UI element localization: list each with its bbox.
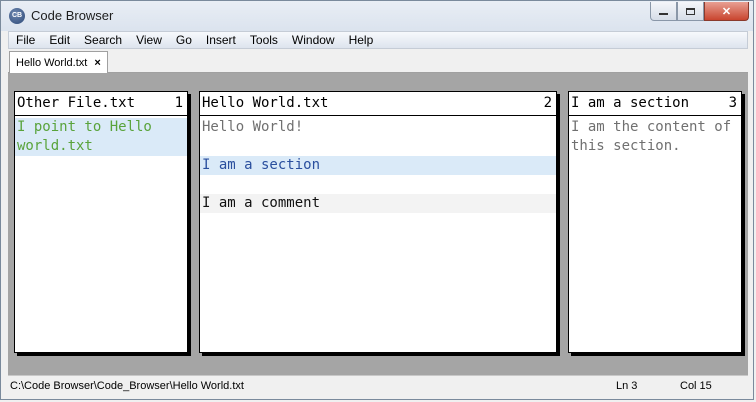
status-file-path: C:\Code Browser\Code_Browser\Hello World… [10, 380, 244, 392]
pane-header: Other File.txt 1 [15, 92, 187, 116]
menu-insert[interactable]: Insert [199, 32, 243, 48]
link-block[interactable]: I point to Hello world.txt [15, 118, 187, 156]
pane-header: I am a section 3 [569, 92, 741, 116]
close-icon: ✕ [721, 5, 732, 18]
pane-content: I point to Hello world.txt [15, 116, 187, 156]
menu-file[interactable]: File [9, 32, 42, 48]
pane-other-file[interactable]: Other File.txt 1 I point to Hello world.… [14, 91, 188, 353]
menu-window[interactable]: Window [285, 32, 342, 48]
comment-block[interactable]: I am a comment [200, 194, 556, 213]
tab-strip: Hello World.txt × [8, 49, 748, 73]
pane-section[interactable]: I am a section 3 I am the content of thi… [568, 91, 742, 353]
pane-content: I am the content of this section. [569, 116, 741, 156]
maximize-icon [686, 7, 695, 15]
tab-label: Hello World.txt [16, 56, 88, 69]
app-window: CB Code Browser ✕ File Edit Search View … [0, 0, 754, 400]
menu-help[interactable]: Help [342, 32, 381, 48]
titlebar[interactable]: CB Code Browser ✕ [1, 1, 753, 31]
window-title: Code Browser [31, 8, 114, 23]
pane-hello-world[interactable]: Hello World.txt 2 Hello World! I am a se… [199, 91, 557, 353]
pane-number: 2 [543, 95, 552, 111]
pane-title: Hello World.txt [202, 95, 329, 111]
workspace: Other File.txt 1 I point to Hello world.… [8, 73, 748, 375]
window-controls: ✕ [650, 2, 749, 22]
tab-close-icon[interactable]: × [94, 57, 100, 69]
menu-view[interactable]: View [129, 32, 169, 48]
close-window-button[interactable]: ✕ [704, 2, 749, 21]
status-bar: C:\Code Browser\Code_Browser\Hello World… [8, 375, 748, 397]
text-line: Hello World! [202, 119, 304, 135]
app-logo-icon: CB [9, 8, 25, 24]
menu-go[interactable]: Go [169, 32, 199, 48]
pane-number: 3 [728, 95, 737, 111]
status-line: Ln 3 [616, 380, 638, 392]
menu-tools[interactable]: Tools [243, 32, 285, 48]
menu-search[interactable]: Search [77, 32, 129, 48]
menubar: File Edit Search View Go Insert Tools Wi… [8, 31, 748, 49]
pane-title: Other File.txt [17, 95, 136, 111]
maximize-button[interactable] [677, 2, 704, 21]
pane-header: Hello World.txt 2 [200, 92, 556, 116]
pane-title: I am a section [571, 95, 690, 111]
minimize-icon [659, 13, 668, 15]
menu-edit[interactable]: Edit [42, 32, 77, 48]
pane-number: 1 [174, 95, 183, 111]
section-content: I am the content of this section. [571, 119, 740, 154]
pane-content: Hello World! I am a section I am a comme… [200, 116, 556, 213]
minimize-button[interactable] [650, 2, 677, 21]
section-block[interactable]: I am a section [200, 156, 556, 175]
tab-hello-world[interactable]: Hello World.txt × [9, 51, 108, 73]
status-column: Col 15 [680, 380, 712, 392]
